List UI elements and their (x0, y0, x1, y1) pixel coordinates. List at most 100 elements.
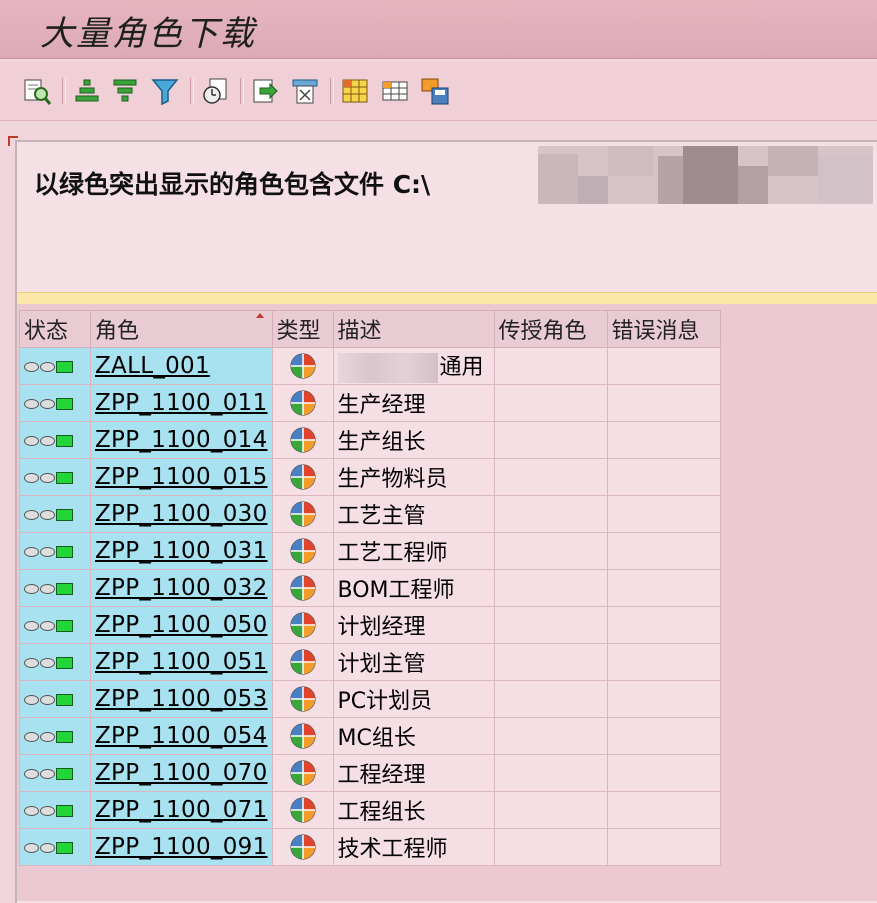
description-cell: BOM工程师 (332, 569, 495, 607)
single-role-icon (288, 795, 318, 825)
table-row: ZPP_1100_011 生产经理 (19, 384, 721, 422)
traffic-light-green-icon (24, 804, 73, 817)
traffic-light-green-icon (24, 767, 73, 780)
single-role-icon (288, 425, 318, 455)
description-cell: 生产组长 (332, 421, 495, 459)
role-cell: ZPP_1100_091 (90, 828, 273, 866)
sort-indicator-icon (255, 313, 264, 318)
type-cell (271, 384, 334, 422)
status-cell (19, 606, 91, 644)
traffic-light-green-icon (24, 508, 73, 521)
assigned-role-cell (493, 421, 608, 459)
role-cell: ZPP_1100_071 (90, 791, 273, 829)
assigned-role-cell (493, 606, 608, 644)
status-cell (19, 643, 91, 681)
table-row: ZPP_1100_051 计划主管 (19, 643, 721, 681)
traffic-light-green-icon (24, 471, 73, 484)
column-header-type[interactable]: 类型 (271, 310, 334, 348)
sort-descending-icon[interactable] (110, 76, 140, 106)
change-layout-icon[interactable] (380, 76, 410, 106)
role-link[interactable]: ZPP_1100_053 (95, 686, 268, 712)
role-cell: ZALL_001 (90, 347, 273, 385)
description-text: 工程经理 (337, 763, 426, 788)
single-role-icon (288, 758, 318, 788)
table-row: ZPP_1100_054 MC组长 (19, 717, 721, 755)
error-message-cell (606, 384, 721, 422)
description-text: 工艺工程师 (337, 541, 448, 566)
layout-grid-icon[interactable] (340, 76, 370, 106)
table-row: ZPP_1100_091 技术工程师 (19, 828, 721, 866)
role-link[interactable]: ZPP_1100_054 (95, 723, 268, 749)
role-link[interactable]: ZPP_1100_050 (95, 612, 268, 638)
traffic-light-green-icon (24, 545, 73, 558)
column-header-status[interactable]: 状态 (19, 310, 91, 348)
status-cell (19, 828, 91, 866)
description-cell: 计划主管 (332, 643, 495, 681)
description-text: 通用 (439, 355, 484, 380)
role-cell: ZPP_1100_054 (90, 717, 273, 755)
role-link[interactable]: ZALL_001 (95, 353, 210, 379)
error-message-cell (606, 532, 721, 570)
find-icon[interactable] (22, 76, 52, 106)
role-cell: ZPP_1100_050 (90, 606, 273, 644)
redacted-path (538, 146, 873, 204)
assigned-role-cell (493, 569, 608, 607)
error-message-cell (606, 495, 721, 533)
save-layout-icon[interactable] (420, 76, 450, 106)
type-cell (271, 569, 334, 607)
export-icon[interactable] (250, 76, 280, 106)
error-message-cell (606, 643, 721, 681)
error-message-cell (606, 828, 721, 866)
assigned-role-cell (493, 828, 608, 866)
assigned-role-cell (493, 347, 608, 385)
role-link[interactable]: ZPP_1100_091 (95, 834, 268, 860)
description-cell: 工程经理 (332, 754, 495, 792)
role-cell: ZPP_1100_032 (90, 569, 273, 607)
type-cell (271, 643, 334, 681)
description-text: PC计划员 (337, 689, 433, 714)
info-message: 以绿色突出显示的角色包含文件 C:\ (34, 170, 431, 199)
role-link[interactable]: ZPP_1100_011 (95, 390, 268, 416)
role-link[interactable]: ZPP_1100_051 (95, 649, 268, 675)
assigned-role-cell (493, 717, 608, 755)
role-link[interactable]: ZPP_1100_014 (95, 427, 268, 453)
table-header-row: 状态 角色 类型 描述 传授角色 错误消息 (19, 310, 721, 348)
role-cell: ZPP_1100_070 (90, 754, 273, 792)
error-message-cell (606, 680, 721, 718)
description-cell: 生产经理 (332, 384, 495, 422)
title-bar: 大量角色下载 (0, 0, 877, 59)
print-preview-icon[interactable] (290, 76, 320, 106)
assigned-role-cell (493, 680, 608, 718)
table-row: ZPP_1100_032 BOM工程师 (19, 569, 721, 607)
single-role-icon (288, 388, 318, 418)
table-row: ZPP_1100_053 PC计划员 (19, 680, 721, 718)
filter-icon[interactable] (150, 76, 180, 106)
status-cell (19, 384, 91, 422)
single-role-icon (288, 462, 318, 492)
column-header-role[interactable]: 角色 (90, 310, 273, 348)
error-message-cell (606, 754, 721, 792)
type-cell (271, 717, 334, 755)
single-role-icon (288, 832, 318, 862)
sort-ascending-icon[interactable] (72, 76, 102, 106)
column-header-description[interactable]: 描述 (332, 310, 495, 348)
error-message-cell (606, 347, 721, 385)
total-icon[interactable] (200, 76, 230, 106)
role-link[interactable]: ZPP_1100_015 (95, 464, 268, 490)
role-link[interactable]: ZPP_1100_071 (95, 797, 268, 823)
column-header-assigned-role[interactable]: 传授角色 (493, 310, 608, 348)
status-cell (19, 791, 91, 829)
column-header-error-message[interactable]: 错误消息 (606, 310, 721, 348)
traffic-light-green-icon (24, 693, 73, 706)
role-link[interactable]: ZPP_1100_070 (95, 760, 268, 786)
type-cell (271, 754, 334, 792)
table-row: ZPP_1100_030 工艺主管 (19, 495, 721, 533)
single-role-icon (288, 351, 318, 381)
role-link[interactable]: ZPP_1100_031 (95, 538, 268, 564)
role-cell: ZPP_1100_014 (90, 421, 273, 459)
role-link[interactable]: ZPP_1100_030 (95, 501, 268, 527)
single-role-icon (288, 647, 318, 677)
role-link[interactable]: ZPP_1100_032 (95, 575, 268, 601)
traffic-light-green-icon (24, 434, 73, 447)
status-cell (19, 532, 91, 570)
